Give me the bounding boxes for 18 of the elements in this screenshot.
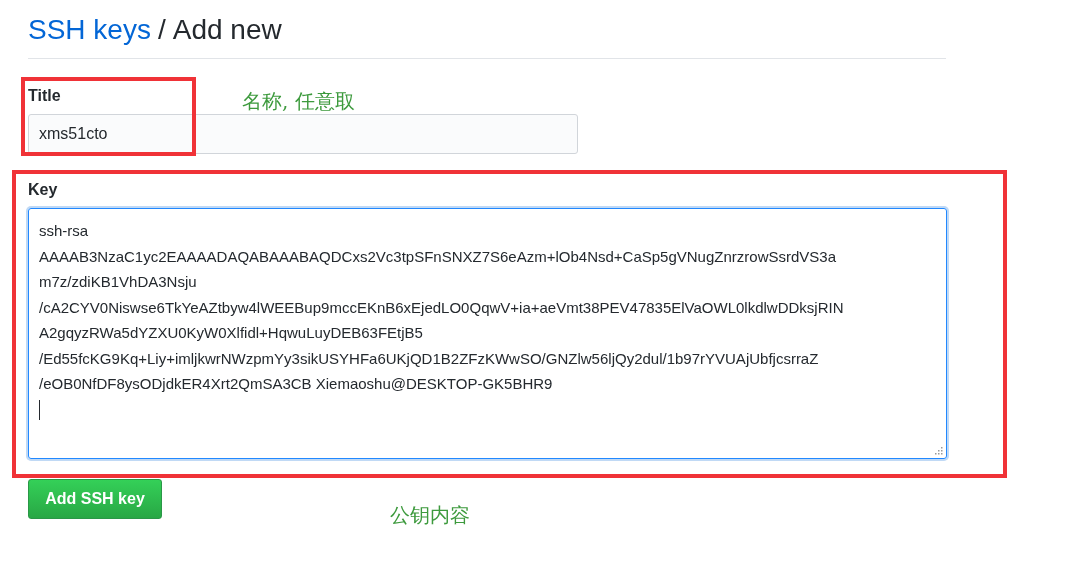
page-title: Add new [172,13,282,47]
key-label: Key [28,180,58,200]
key-text-line: A2gqyzRWa5dYZXU0KyW0Xlfidl+HqwuLuyDEB63FEtjB5 [39,323,424,343]
key-text-line: /Ed55fcKG9Kq+Liy+imljkwrNWzpmYy3sikUSYHFa6UKjQD1B2ZFzKWwSO/GNZlw56ljQy2dul/1b97rYVUAjUbfjcsrraZ [39,348,820,369]
annotation-note: 名称, 任意取 [242,89,355,113]
annotation-note: 公钥内容 [390,502,470,529]
title-input-field[interactable]: xms51cto [28,114,578,154]
text-cursor [39,399,40,420]
key-text-area[interactable] [28,208,947,459]
heading-separator: / [157,13,166,47]
key-text-line: /cA2CYV0Niswse6TkYeAZtbyw4lWEEBup9mccEKnB6xEjedLO0QqwV+ia+aeVmt38PEV47835ElVaOWL0lkdlwDDksjRIN [39,297,845,318]
key-text-line: ssh-rsa [39,221,90,241]
title-label: Title [28,86,61,106]
key-text-line: AAAAB3NzaC1yc2EAAAADAQABAAABAQDCxs2Vc3tpSFnSNXZ7S6eAzm+lOb4Nsd+CaSp5gVNugZnrzrowSsrdVS3a [39,246,837,267]
key-text-line: m7z/zdiKB1VhDA3Nsju [39,272,198,292]
ssh-keys-link[interactable]: SSH keys [28,12,151,48]
key-text-line: /eOB0NfDF8ysODjdkER4Xrt2QmSA3CB Xiemaoshu@DESKTOP-GK5BHR9 [39,374,554,394]
resize-grip-icon [934,446,943,455]
